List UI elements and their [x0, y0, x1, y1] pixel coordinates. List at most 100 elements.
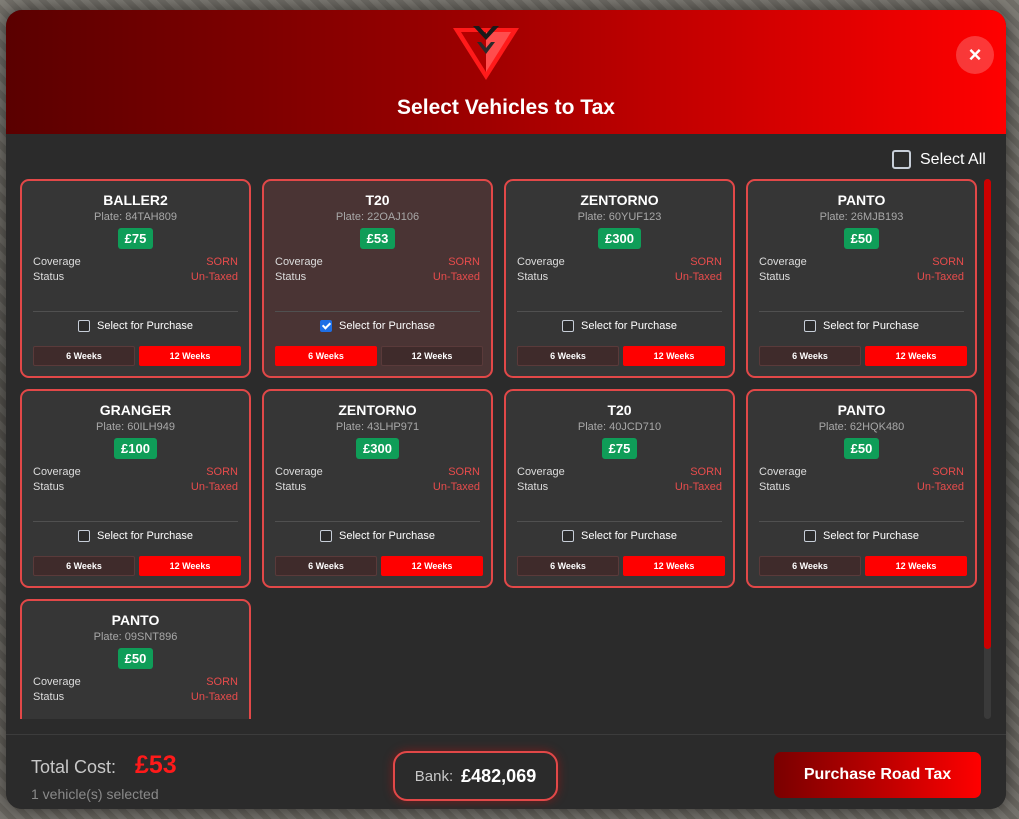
select-for-purchase-toggle[interactable]: Select for Purchase	[22, 530, 249, 542]
purchase-label: Select for Purchase	[823, 530, 919, 542]
twelve-weeks-button[interactable]: 12 Weeks	[139, 556, 241, 576]
purchase-checkbox[interactable]	[320, 530, 332, 542]
coverage-value: SORN	[448, 466, 480, 478]
vehicle-card[interactable]: PANTO Plate: 26MJB193 £50 Coverage SORN …	[746, 179, 977, 378]
scrollbar[interactable]	[984, 179, 991, 719]
purchase-checkbox[interactable]	[562, 320, 574, 332]
logo-icon	[453, 26, 519, 80]
purchase-checkbox[interactable]	[804, 530, 816, 542]
twelve-weeks-button[interactable]: 12 Weeks	[139, 346, 241, 366]
status-label: Status	[517, 271, 549, 283]
purchase-label: Select for Purchase	[339, 530, 435, 542]
status-label: Status	[275, 271, 307, 283]
card-divider	[759, 311, 964, 312]
coverage-label: Coverage	[275, 256, 323, 268]
six-weeks-button[interactable]: 6 Weeks	[275, 556, 377, 576]
bank-value: £482,069	[461, 765, 537, 786]
vehicle-name: PANTO	[111, 612, 160, 628]
purchase-road-tax-button[interactable]: Purchase Road Tax	[774, 752, 981, 798]
vehicle-name: ZENTORNO	[580, 192, 659, 208]
vehicle-name: T20	[365, 192, 390, 208]
vehicle-card[interactable]: ZENTORNO Plate: 60YUF123 £300 Coverage S…	[504, 179, 735, 378]
coverage-label: Coverage	[759, 256, 807, 268]
twelve-weeks-button[interactable]: 12 Weeks	[623, 556, 725, 576]
total-cost-value: £53	[135, 751, 177, 779]
coverage-label: Coverage	[759, 466, 807, 478]
select-all-toggle[interactable]: Select All	[892, 150, 986, 169]
status-value: Un-Taxed	[674, 481, 722, 493]
six-weeks-button[interactable]: 6 Weeks	[33, 556, 135, 576]
vehicle-name: PANTO	[837, 192, 886, 208]
vehicle-name: ZENTORNO	[338, 402, 417, 418]
twelve-weeks-button[interactable]: 12 Weeks	[865, 346, 967, 366]
close-button[interactable]: ×	[956, 36, 994, 74]
vehicle-name: BALLER2	[103, 192, 168, 208]
purchase-label: Select for Purchase	[339, 320, 435, 332]
coverage-value: SORN	[206, 676, 238, 688]
select-for-purchase-toggle[interactable]: Select for Purchase	[506, 320, 733, 332]
coverage-value: SORN	[206, 256, 238, 268]
twelve-weeks-button[interactable]: 12 Weeks	[865, 556, 967, 576]
price-badge: £75	[601, 438, 638, 459]
status-value: Un-Taxed	[916, 481, 964, 493]
vehicle-plate: Plate: 60ILH949	[96, 421, 175, 433]
select-for-purchase-toggle[interactable]: Select for Purchase	[22, 320, 249, 332]
status-label: Status	[759, 271, 791, 283]
coverage-label: Coverage	[33, 676, 81, 688]
bank-label: Bank:	[414, 767, 454, 785]
vehicle-list[interactable]: BALLER2 Plate: 84TAH809 £75 Coverage SOR…	[20, 179, 980, 719]
select-all-label: Select All	[920, 150, 986, 168]
vehicle-card[interactable]: GRANGER Plate: 60ILH949 £100 Coverage SO…	[20, 389, 251, 588]
six-weeks-button[interactable]: 6 Weeks	[33, 346, 135, 366]
coverage-value: SORN	[690, 256, 722, 268]
six-weeks-button[interactable]: 6 Weeks	[517, 556, 619, 576]
road-tax-modal: Select Vehicles to Tax × Select All BALL…	[6, 10, 1006, 809]
price-badge: £50	[117, 648, 154, 669]
select-for-purchase-toggle[interactable]: Select for Purchase	[264, 320, 491, 332]
twelve-weeks-button[interactable]: 12 Weeks	[381, 346, 483, 366]
status-value: Un-Taxed	[190, 691, 238, 703]
vehicle-grid: BALLER2 Plate: 84TAH809 £75 Coverage SOR…	[20, 179, 980, 719]
select-all-checkbox[interactable]	[892, 150, 911, 169]
select-for-purchase-toggle[interactable]: Select for Purchase	[748, 320, 975, 332]
duration-selector: 6 Weeks 12 Weeks	[759, 346, 967, 366]
purchase-label: Select for Purchase	[581, 320, 677, 332]
duration-selector: 6 Weeks 12 Weeks	[33, 556, 241, 576]
purchase-checkbox[interactable]	[562, 530, 574, 542]
coverage-value: SORN	[932, 256, 964, 268]
purchase-checkbox[interactable]	[78, 320, 90, 332]
vehicle-plate: Plate: 62HQK480	[818, 421, 905, 433]
six-weeks-button[interactable]: 6 Weeks	[759, 346, 861, 366]
select-for-purchase-toggle[interactable]: Select for Purchase	[264, 530, 491, 542]
vehicle-card[interactable]: PANTO Plate: 09SNT896 £50 Coverage SORN …	[20, 599, 251, 719]
purchase-checkbox[interactable]	[78, 530, 90, 542]
card-divider	[275, 521, 480, 522]
six-weeks-button[interactable]: 6 Weeks	[275, 346, 377, 366]
six-weeks-button[interactable]: 6 Weeks	[759, 556, 861, 576]
vehicle-card[interactable]: T20 Plate: 40JCD710 £75 Coverage SORN St…	[504, 389, 735, 588]
status-value: Un-Taxed	[674, 271, 722, 283]
card-divider	[33, 521, 238, 522]
select-for-purchase-toggle[interactable]: Select for Purchase	[748, 530, 975, 542]
select-for-purchase-toggle[interactable]: Select for Purchase	[506, 530, 733, 542]
duration-selector: 6 Weeks 12 Weeks	[33, 346, 241, 366]
scrollbar-thumb[interactable]	[984, 179, 991, 649]
twelve-weeks-button[interactable]: 12 Weeks	[623, 346, 725, 366]
six-weeks-button[interactable]: 6 Weeks	[517, 346, 619, 366]
coverage-label: Coverage	[517, 466, 565, 478]
purchase-checkbox[interactable]	[320, 320, 332, 332]
duration-selector: 6 Weeks 12 Weeks	[517, 346, 725, 366]
coverage-value: SORN	[932, 466, 964, 478]
twelve-weeks-button[interactable]: 12 Weeks	[381, 556, 483, 576]
vehicle-card[interactable]: T20 Plate: 22OAJ106 £53 Coverage SORN St…	[262, 179, 493, 378]
status-label: Status	[759, 481, 791, 493]
vehicle-plate: Plate: 84TAH809	[94, 211, 177, 223]
price-badge: £300	[598, 228, 641, 249]
price-badge: £300	[356, 438, 399, 459]
purchase-checkbox[interactable]	[804, 320, 816, 332]
price-badge: £53	[359, 228, 396, 249]
vehicle-card[interactable]: ZENTORNO Plate: 43LHP971 £300 Coverage S…	[262, 389, 493, 588]
vehicle-card[interactable]: PANTO Plate: 62HQK480 £50 Coverage SORN …	[746, 389, 977, 588]
status-label: Status	[517, 481, 549, 493]
vehicle-card[interactable]: BALLER2 Plate: 84TAH809 £75 Coverage SOR…	[20, 179, 251, 378]
